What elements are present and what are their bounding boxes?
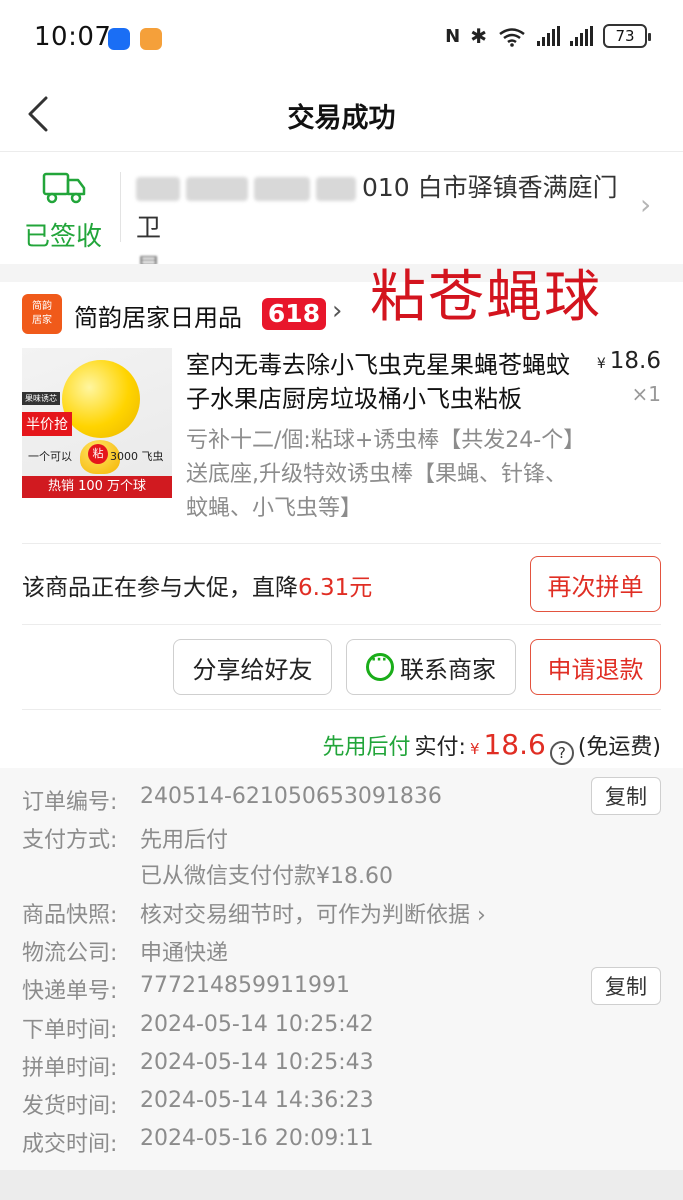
- delivery-status: 已签收: [24, 222, 103, 252]
- nav-bar: 交易成功: [0, 76, 683, 152]
- contact-seller-label: 联系商家: [400, 655, 496, 684]
- image-caption-text: 3000 飞虫: [110, 450, 164, 463]
- promo-label: 该商品正在参与大促，直降: [22, 575, 298, 601]
- paid-summary: 先用后付 实付: ¥ 18.6 ? (免运费): [322, 728, 661, 765]
- shipping-note: (免运费): [577, 735, 661, 760]
- shop-logo-text: 简韵: [32, 301, 52, 312]
- copy-order-number-button[interactable]: 复制: [591, 777, 661, 815]
- product-spec: 亏补十二/個:粘球+诱虫棒【共发24-个】送底座,升级特效诱虫棒【果蝇、针锋、蚊…: [186, 428, 575, 521]
- help-icon[interactable]: ?: [549, 741, 574, 765]
- group-time: 2024-05-14 10:25:43: [140, 1050, 374, 1075]
- tracking-number: 777214859911991: [140, 973, 350, 998]
- divider: [22, 624, 661, 625]
- status-time: 10:07: [34, 22, 112, 52]
- signal-icon: [537, 26, 560, 46]
- nfc-icon: N: [445, 25, 461, 47]
- image-footer: 热销 100 万个球: [22, 476, 172, 498]
- yellow-ball-image: [62, 360, 140, 438]
- truck-icon: [42, 172, 86, 204]
- pay-later-label: 先用后付: [322, 735, 411, 760]
- shop-name[interactable]: 简韵居家日用品: [74, 298, 242, 333]
- product-price: ¥18.6: [597, 348, 661, 374]
- ship-time-label: 发货时间:: [22, 1094, 118, 1119]
- order-time: 2024-05-14 10:25:42: [140, 1012, 374, 1037]
- redacted-text: [186, 177, 248, 201]
- payment-detail: 已从微信支付付款¥18.60: [140, 864, 393, 889]
- product-title[interactable]: 室内无毒去除小飞虫克星果蝇苍蝇蚊子水果店厨房垃圾桶小飞虫粘板: [186, 348, 576, 416]
- tracking-label: 快递单号:: [22, 979, 118, 1004]
- image-caption-badge: 粘: [88, 444, 108, 464]
- shop-logo-text: 居家: [32, 315, 52, 326]
- delivery-status-row[interactable]: 已签收 010 白市驿镇香满庭门卫 星 ›: [0, 152, 683, 282]
- paid-amount: 18.6: [483, 728, 546, 761]
- refund-button[interactable]: 申请退款: [530, 639, 661, 695]
- redacted-text: [254, 177, 310, 201]
- order-number-label: 订单编号:: [22, 790, 118, 815]
- divider: [22, 543, 661, 544]
- deal-time-label: 成交时间:: [22, 1132, 118, 1157]
- share-button[interactable]: 分享给好友: [173, 639, 332, 695]
- battery-icon: 73: [603, 24, 651, 48]
- notification-app-icon: [108, 28, 130, 50]
- payment-method: 先用后付: [140, 828, 229, 853]
- promo-text: 该商品正在参与大促，直降6.31元: [22, 568, 372, 602]
- deal-time: 2024-05-16 20:09:11: [140, 1126, 374, 1151]
- image-caption-text: 一个可以: [28, 450, 72, 463]
- status-icons: N ✱ 73: [445, 24, 651, 48]
- group-time-label: 拼单时间:: [22, 1056, 118, 1081]
- promo-amount: 6.31元: [298, 575, 373, 601]
- redacted-text: [136, 177, 180, 201]
- chevron-right-icon[interactable]: ›: [332, 296, 342, 326]
- chat-icon: [366, 652, 394, 681]
- contact-seller-button[interactable]: 联系商家: [346, 639, 516, 695]
- buy-again-button[interactable]: 再次拼单: [530, 556, 661, 612]
- snapshot-label: 商品快照:: [22, 903, 118, 928]
- image-caption: 一个可以: [28, 448, 72, 464]
- snapshot-text: 核对交易细节时，可作为判断依据: [140, 903, 471, 928]
- image-tag: 半价抢: [22, 412, 72, 436]
- product-quantity: ×1: [631, 382, 661, 406]
- order-time-label: 下单时间:: [22, 1018, 118, 1043]
- chevron-right-icon: ›: [470, 903, 486, 928]
- currency-symbol: ¥: [596, 356, 606, 372]
- overlay-caption: 粘苍蝇球: [370, 265, 602, 330]
- bluetooth-icon: ✱: [470, 24, 487, 48]
- redacted-text: [316, 177, 356, 201]
- news-app-icon: [140, 28, 162, 50]
- status-bar: 10:07 N ✱ 73: [0, 0, 683, 76]
- chevron-right-icon: ›: [640, 188, 652, 221]
- shop-logo[interactable]: 简韵 居家: [22, 294, 62, 334]
- courier-name: 申通快递: [140, 941, 229, 966]
- section-divider: [0, 1170, 683, 1200]
- currency-symbol: ¥: [469, 740, 480, 758]
- ship-time: 2024-05-14 14:36:23: [140, 1088, 374, 1113]
- divider: [22, 709, 661, 710]
- order-number: 240514-621050653091836: [140, 784, 442, 809]
- signal-icon: [570, 26, 593, 46]
- 618-badge: 618: [262, 298, 326, 330]
- copy-tracking-number-button[interactable]: 复制: [591, 967, 661, 1005]
- payment-method-label: 支付方式:: [22, 828, 118, 853]
- snapshot-link[interactable]: 核对交易细节时，可作为判断依据 ›: [140, 897, 486, 929]
- courier-label: 物流公司:: [22, 941, 118, 966]
- paid-label: 实付:: [414, 735, 466, 760]
- page-title: 交易成功: [287, 103, 396, 134]
- product-image[interactable]: 果味诱芯 半价抢 一个可以 粘 3000 飞虫 热销 100 万个球: [22, 348, 172, 498]
- price-value: 18.6: [609, 348, 661, 374]
- wifi-6-icon: [499, 28, 525, 47]
- divider: [120, 172, 121, 242]
- image-tag: 果味诱芯: [22, 392, 60, 405]
